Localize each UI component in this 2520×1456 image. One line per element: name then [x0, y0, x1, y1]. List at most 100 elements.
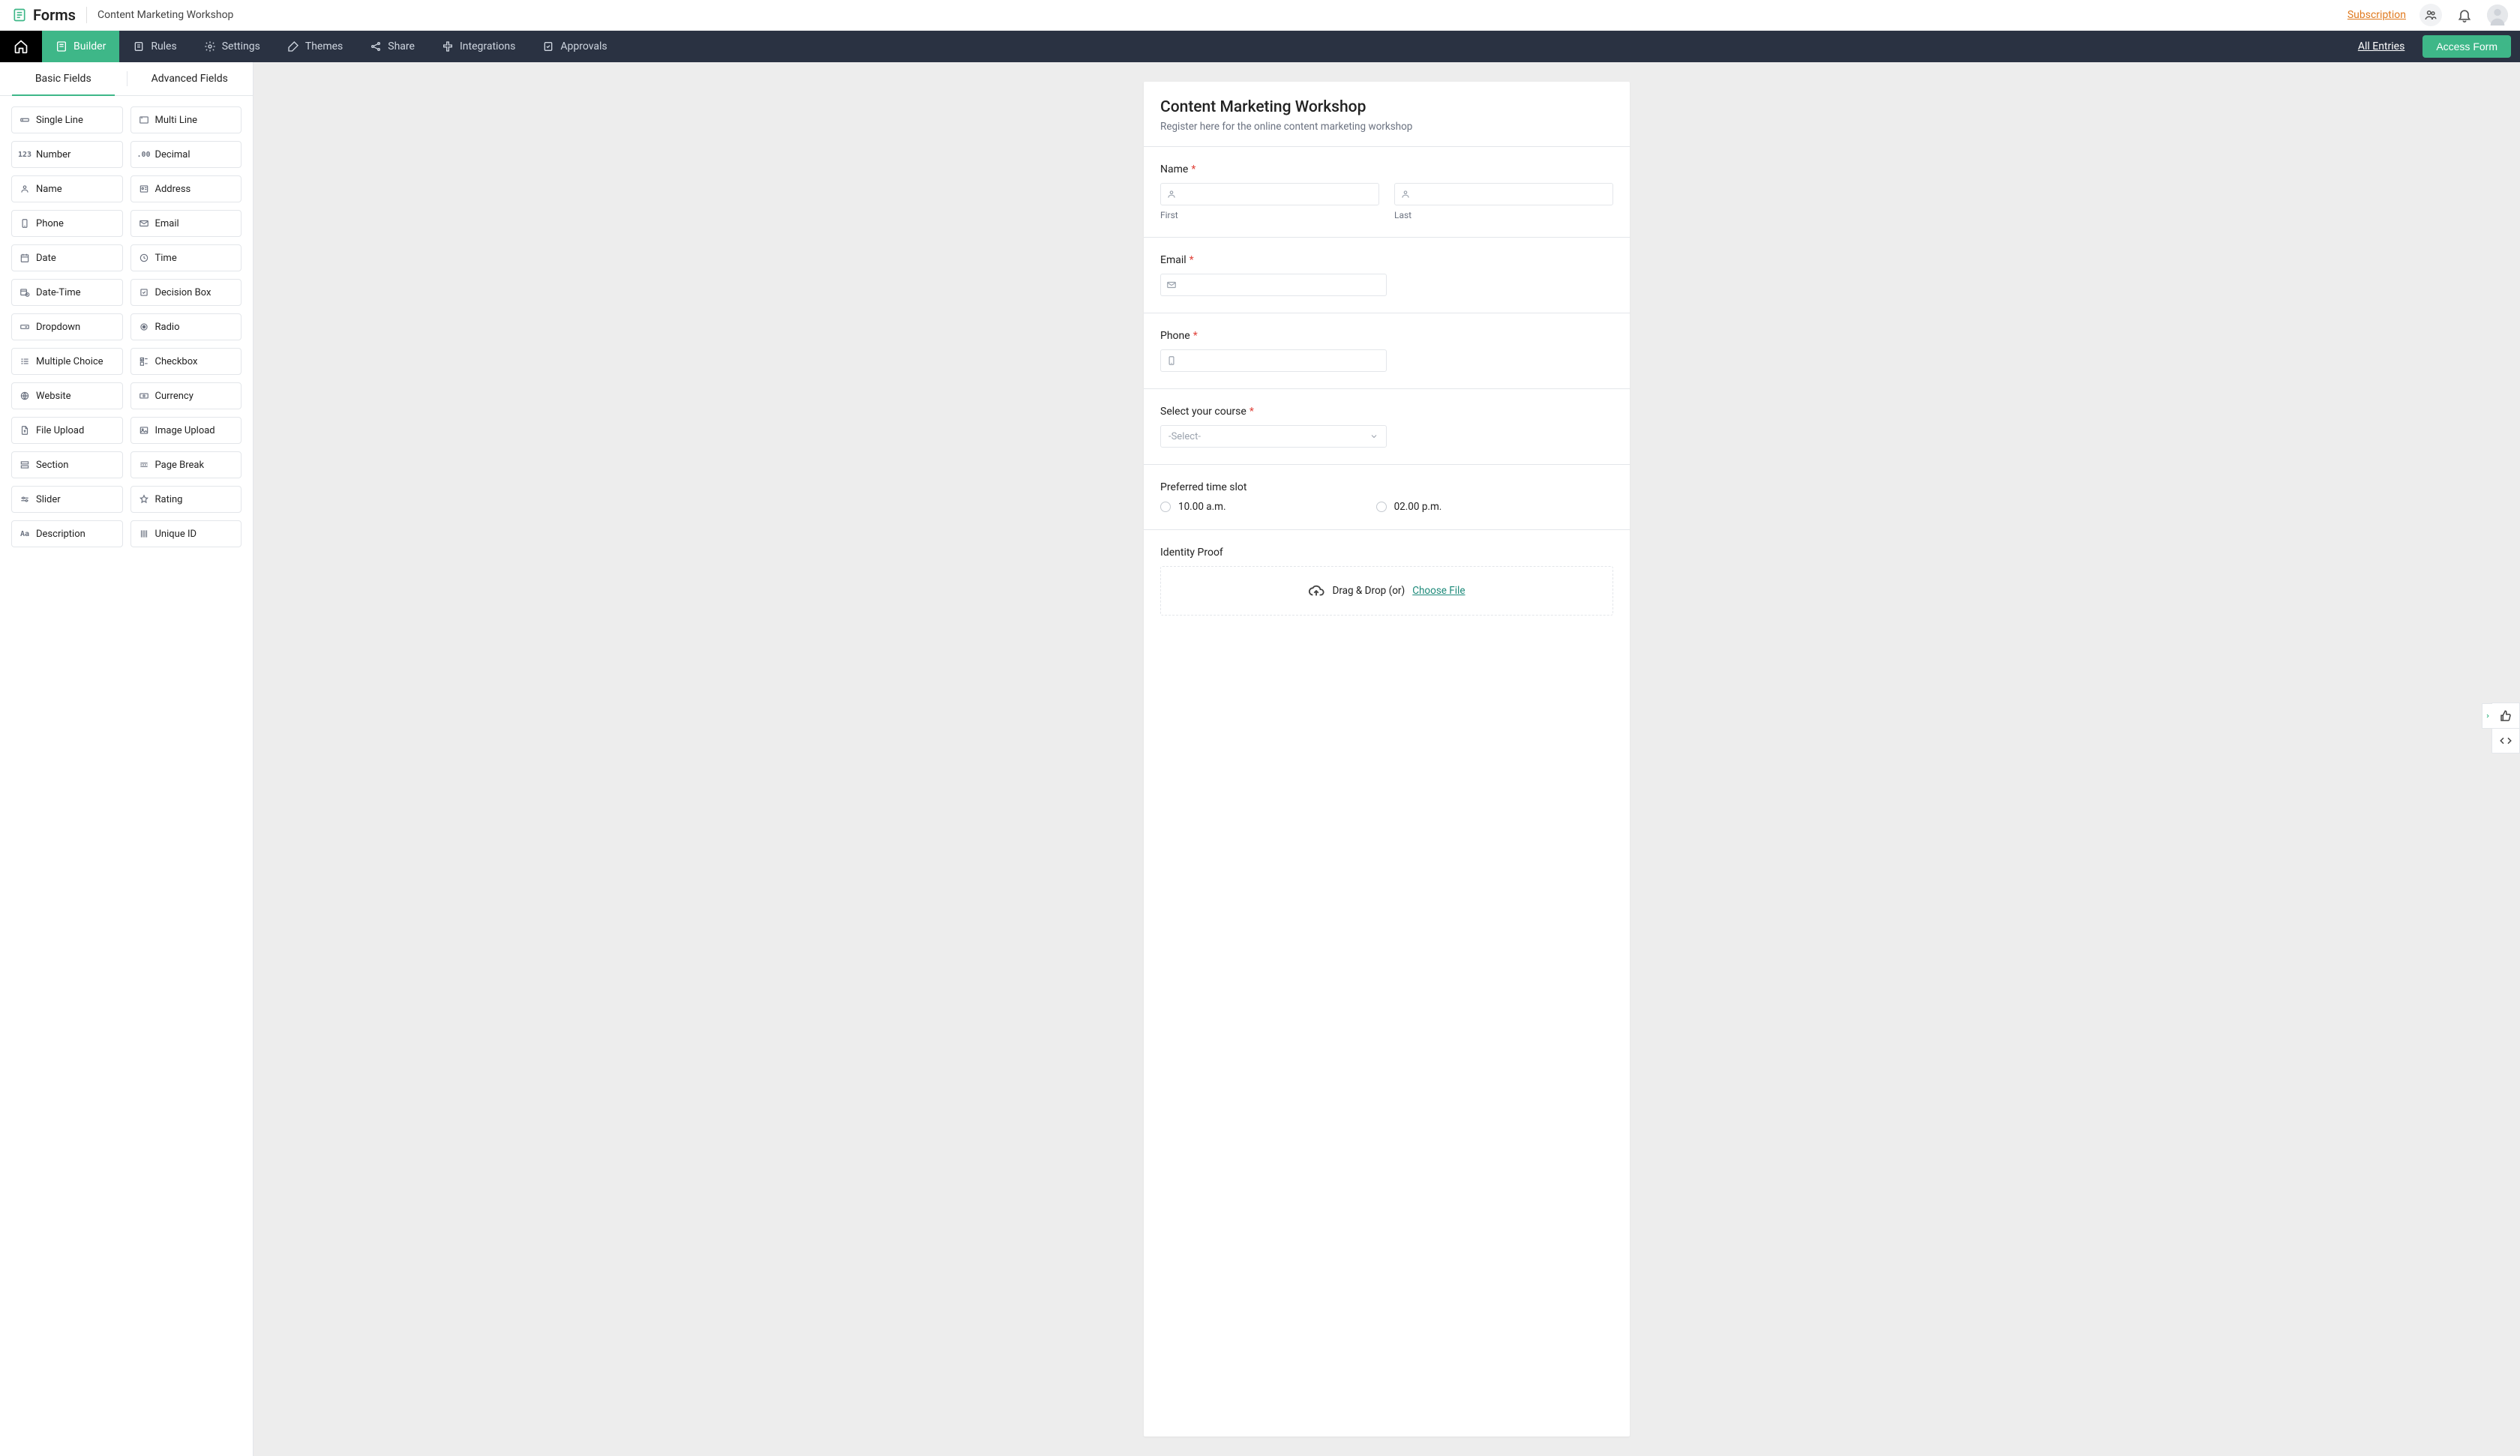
rail-embed-button[interactable]: [2492, 728, 2520, 753]
nav-tab-approvals[interactable]: Approvals: [529, 31, 620, 62]
user-avatar[interactable]: [2487, 4, 2508, 25]
globe-icon: [20, 391, 30, 401]
last-name-input[interactable]: [1394, 183, 1613, 205]
first-name-input[interactable]: [1160, 183, 1379, 205]
course-label: Select your course *: [1160, 406, 1613, 418]
nav-tab-label: Share: [388, 40, 415, 52]
field-checkbox[interactable]: Checkbox: [130, 348, 242, 375]
field-phone[interactable]: Phone: [11, 210, 123, 237]
radio-dot: [1160, 502, 1171, 512]
builder-icon: [56, 40, 68, 52]
nav-tab-settings[interactable]: Settings: [190, 31, 274, 62]
section-name[interactable]: Name * First: [1144, 146, 1630, 237]
field-number[interactable]: 123 Number: [11, 141, 123, 168]
multiple-choice-icon: [20, 356, 30, 367]
home-icon: [14, 39, 28, 54]
topbar: Forms Content Marketing Workshop Subscri…: [0, 0, 2520, 31]
palette-tab-basic[interactable]: Basic Fields: [0, 62, 127, 95]
section-email[interactable]: Email *: [1144, 237, 1630, 313]
field-date-time[interactable]: Date-Time: [11, 279, 123, 306]
radio-icon: [139, 322, 149, 332]
field-label: Multi Line: [155, 115, 198, 126]
nav-tab-integrations[interactable]: Integrations: [428, 31, 529, 62]
field-label: Name: [36, 184, 62, 195]
home-button[interactable]: [0, 31, 42, 62]
timeslot-opt-1[interactable]: 10.00 a.m.: [1160, 501, 1226, 513]
person-icon: [1166, 189, 1177, 199]
nav-tab-label: Integrations: [460, 40, 515, 52]
field-decimal[interactable]: .00 Decimal: [130, 141, 242, 168]
nav-tab-builder[interactable]: Builder: [42, 31, 119, 62]
field-unique-id[interactable]: Unique ID: [130, 520, 242, 547]
field-name[interactable]: Name: [11, 175, 123, 202]
field-grid: Single Line Multi Line 123 Number .00 De…: [0, 96, 253, 558]
field-radio[interactable]: Radio: [130, 313, 242, 340]
gear-icon: [204, 40, 216, 52]
section-course[interactable]: Select your course * -Select-: [1144, 388, 1630, 464]
field-decision-box[interactable]: Decision Box: [130, 279, 242, 306]
course-select[interactable]: -Select-: [1160, 425, 1387, 448]
form-title-breadcrumb[interactable]: Content Marketing Workshop: [98, 9, 233, 21]
field-slider[interactable]: Slider: [11, 486, 123, 513]
field-email[interactable]: Email: [130, 210, 242, 237]
choose-file-link[interactable]: Choose File: [1412, 585, 1465, 597]
subscription-link[interactable]: Subscription: [2348, 9, 2406, 21]
phone-input[interactable]: [1160, 349, 1387, 372]
field-section[interactable]: Section: [11, 451, 123, 478]
field-date[interactable]: Date: [11, 244, 123, 271]
nav-tab-label: Themes: [305, 40, 343, 52]
canvas[interactable]: Content Marketing Workshop Register here…: [254, 62, 2520, 1456]
email-input[interactable]: [1160, 274, 1387, 296]
nav-tab-label: Approvals: [560, 40, 607, 52]
field-file-upload[interactable]: File Upload: [11, 417, 123, 444]
share-icon: [370, 40, 382, 52]
form-card: Content Marketing Workshop Register here…: [1144, 82, 1630, 1437]
name-label: Name *: [1160, 163, 1613, 175]
brand-logo[interactable]: Forms: [12, 6, 76, 24]
nav-tab-rules[interactable]: Rules: [119, 31, 190, 62]
file-dropzone[interactable]: Drag & Drop (or) Choose File: [1160, 566, 1613, 616]
field-dropdown[interactable]: Dropdown: [11, 313, 123, 340]
dropzone-text: Drag & Drop (or): [1332, 585, 1405, 597]
field-image-upload[interactable]: Image Upload: [130, 417, 242, 444]
notifications-button[interactable]: [2456, 6, 2474, 24]
forms-logo-icon: [12, 7, 27, 22]
section-timeslot[interactable]: Preferred time slot 10.00 a.m. 02.00 p.m…: [1144, 464, 1630, 529]
rail-feedback-button[interactable]: [2492, 703, 2520, 728]
field-label: Slider: [36, 494, 61, 505]
nav-tab-share[interactable]: Share: [356, 31, 428, 62]
bell-icon: [2457, 7, 2472, 22]
section-identity[interactable]: Identity Proof Drag & Drop (or) Choose F…: [1144, 529, 1630, 632]
brand-name: Forms: [33, 6, 76, 24]
field-multi-line[interactable]: Multi Line: [130, 106, 242, 133]
unique-id-icon: [139, 529, 149, 539]
rail-collapse-button[interactable]: [2482, 703, 2492, 729]
slider-icon: [20, 494, 30, 505]
field-time[interactable]: Time: [130, 244, 242, 271]
nav-tab-themes[interactable]: Themes: [274, 31, 356, 62]
field-page-break[interactable]: Page Break: [130, 451, 242, 478]
form-header[interactable]: Content Marketing Workshop Register here…: [1144, 82, 1630, 146]
field-address[interactable]: Address: [130, 175, 242, 202]
access-form-button[interactable]: Access Form: [2422, 35, 2511, 58]
first-sublabel: First: [1160, 210, 1379, 220]
phone-icon: [1166, 355, 1177, 366]
field-single-line[interactable]: Single Line: [11, 106, 123, 133]
radio-dot: [1376, 502, 1387, 512]
palette-tab-advanced[interactable]: Advanced Fields: [127, 62, 254, 95]
field-multiple-choice[interactable]: Multiple Choice: [11, 348, 123, 375]
field-rating[interactable]: Rating: [130, 486, 242, 513]
collaborators-button[interactable]: [2420, 4, 2442, 26]
all-entries-link[interactable]: All Entries: [2344, 31, 2418, 62]
file-upload-icon: [20, 425, 30, 436]
timeslot-opt-2[interactable]: 02.00 p.m.: [1376, 501, 1442, 513]
section-phone[interactable]: Phone *: [1144, 313, 1630, 388]
people-icon: [2424, 8, 2438, 22]
clock-icon: [139, 253, 149, 263]
field-description[interactable]: Aa Description: [11, 520, 123, 547]
field-currency[interactable]: Currency: [130, 382, 242, 409]
form-title: Content Marketing Workshop: [1160, 98, 1613, 116]
multi-line-icon: [139, 115, 149, 125]
field-label: Section: [36, 460, 68, 471]
field-website[interactable]: Website: [11, 382, 123, 409]
